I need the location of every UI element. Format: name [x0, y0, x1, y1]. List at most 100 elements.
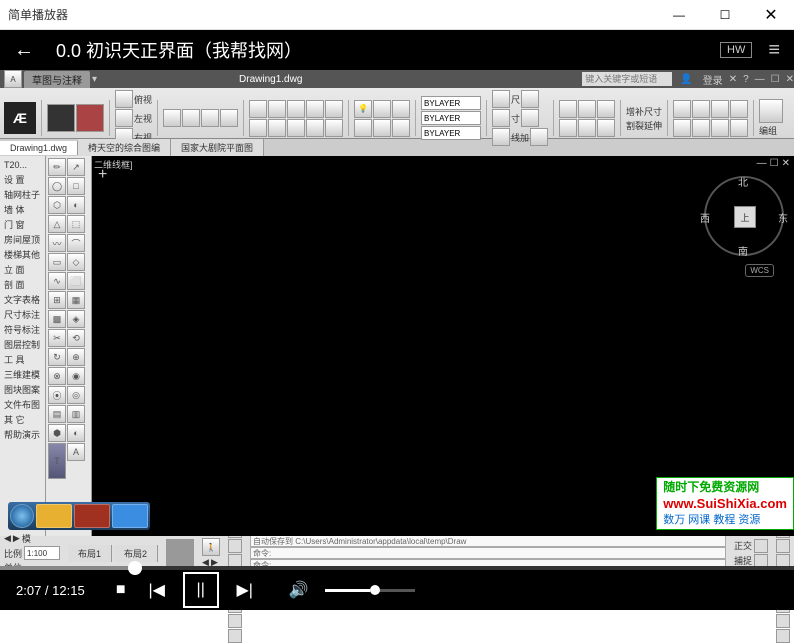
- sidebar-item[interactable]: 墙 体: [2, 202, 43, 217]
- viewport-close-icon[interactable]: ✕: [782, 158, 790, 169]
- scale-dropdown[interactable]: 1:100: [24, 546, 60, 560]
- status-toggle-icon[interactable]: [228, 629, 242, 643]
- scroll-icon[interactable]: [166, 539, 194, 567]
- tool-icon[interactable]: [578, 100, 596, 118]
- viewport-max-icon[interactable]: ☐: [770, 158, 779, 169]
- palette-tool-icon[interactable]: ✏: [48, 158, 66, 176]
- palette-tool-icon[interactable]: ▭: [48, 253, 66, 271]
- palette-tool-icon[interactable]: ⟲: [67, 329, 85, 347]
- layer-color-dropdown[interactable]: BYLAYER: [421, 96, 481, 110]
- tool-icon[interactable]: [673, 100, 691, 118]
- nav-icon[interactable]: 🚶: [202, 538, 220, 556]
- taskbar-autocad-icon[interactable]: [74, 504, 110, 528]
- volume-knob[interactable]: [370, 585, 380, 595]
- volume-icon[interactable]: 🔊: [284, 575, 314, 605]
- tool-icon[interactable]: [530, 128, 548, 146]
- panel-title[interactable]: T20...: [2, 158, 43, 172]
- status-toggle-icon[interactable]: [776, 629, 790, 643]
- sidebar-item[interactable]: 文字表格: [2, 292, 43, 307]
- palette-tool-icon[interactable]: ↻: [48, 348, 66, 366]
- palette-tool-icon[interactable]: ▦: [67, 291, 85, 309]
- palette-tool-icon[interactable]: ▥: [67, 405, 85, 423]
- tool-icon[interactable]: [325, 100, 343, 118]
- palette-tool-icon[interactable]: ◯: [48, 177, 66, 195]
- tool-icon[interactable]: [521, 109, 539, 127]
- sidebar-item[interactable]: 房间屋顶: [2, 232, 43, 247]
- sidebar-item[interactable]: 符号标注: [2, 322, 43, 337]
- tool-icon[interactable]: [373, 100, 391, 118]
- tool-icon[interactable]: [597, 100, 615, 118]
- view-icon[interactable]: [115, 109, 133, 127]
- tool-icon[interactable]: [521, 90, 539, 108]
- tool-icon[interactable]: [306, 100, 324, 118]
- sidebar-item[interactable]: 尺寸标注: [2, 307, 43, 322]
- palette-tool-icon[interactable]: ⊗: [48, 367, 66, 385]
- tool-icon[interactable]: [492, 90, 510, 108]
- toggle-icon[interactable]: [754, 539, 768, 553]
- layout-tab[interactable]: 布局1: [68, 545, 112, 562]
- model-tab[interactable]: 模: [22, 532, 31, 545]
- progress-knob[interactable]: [128, 561, 142, 575]
- status-toggle-icon[interactable]: [776, 539, 790, 553]
- viewcube[interactable]: 北 南 西 东 上: [704, 176, 784, 256]
- bulb-icon[interactable]: 💡: [354, 100, 372, 118]
- sidebar-item[interactable]: 图层控制: [2, 337, 43, 352]
- palette-tool-icon[interactable]: ◇: [67, 253, 85, 271]
- progress-bar[interactable]: [0, 566, 794, 570]
- render-icon[interactable]: [47, 104, 75, 132]
- cad-search-input[interactable]: 键入关键字或短语: [582, 72, 672, 86]
- tool-icon[interactable]: [287, 119, 305, 137]
- user-icon[interactable]: 👤: [680, 74, 692, 85]
- sidebar-item[interactable]: 门 窗: [2, 217, 43, 232]
- taskbar-browser-icon[interactable]: [112, 504, 148, 528]
- scroll-left-icon[interactable]: ◀: [4, 533, 11, 544]
- sidebar-item[interactable]: 剖 面: [2, 277, 43, 292]
- taskbar-app-icon[interactable]: [36, 504, 72, 528]
- hamburger-menu-icon[interactable]: ≡: [768, 39, 780, 62]
- palette-tool-icon[interactable]: A: [67, 443, 85, 461]
- viewcube-top[interactable]: 上: [734, 206, 756, 228]
- doc-tab[interactable]: Drawing1.dwg: [0, 141, 78, 155]
- tool-icon[interactable]: [673, 119, 691, 137]
- exchange-icon[interactable]: ✕: [729, 74, 737, 85]
- palette-tool-icon[interactable]: □: [67, 177, 85, 195]
- palette-tool-icon[interactable]: ⬢: [48, 424, 66, 442]
- window-maximize-button[interactable]: ☐: [702, 0, 748, 30]
- tool-icon[interactable]: [373, 119, 391, 137]
- layer-weight-dropdown[interactable]: BYLAYER: [421, 126, 481, 140]
- back-button[interactable]: ←: [14, 39, 38, 62]
- tool-icon[interactable]: [268, 100, 286, 118]
- palette-tool-icon[interactable]: ⊞: [48, 291, 66, 309]
- palette-tool-icon[interactable]: ⬚: [67, 215, 85, 233]
- tool-icon[interactable]: [597, 119, 615, 137]
- palette-tool-icon[interactable]: ⊕: [67, 348, 85, 366]
- tool-icon[interactable]: [163, 109, 181, 127]
- palette-tool-icon[interactable]: ⬡: [48, 196, 66, 214]
- palette-tool-icon[interactable]: ◐: [67, 196, 85, 214]
- tool-icon[interactable]: [692, 100, 710, 118]
- palette-tool-icon[interactable]: ◈: [67, 310, 85, 328]
- palette-tool-icon[interactable]: ◉: [67, 367, 85, 385]
- palette-tool-icon[interactable]: ◐: [67, 424, 85, 442]
- palette-tool-icon[interactable]: ∿: [48, 272, 66, 290]
- cad-workspace-tab[interactable]: 草图与注释: [24, 71, 90, 88]
- palette-tool-icon[interactable]: T: [48, 443, 66, 479]
- window-close-button[interactable]: ✕: [748, 0, 794, 30]
- palette-tool-icon[interactable]: ⦿: [48, 386, 66, 404]
- pause-button[interactable]: ||: [183, 572, 219, 608]
- tool-icon[interactable]: [711, 100, 729, 118]
- ortho-toggle[interactable]: 正交: [734, 539, 752, 552]
- sidebar-item[interactable]: 轴网柱子: [2, 187, 43, 202]
- tool-icon[interactable]: [711, 119, 729, 137]
- sidebar-item[interactable]: 楼梯其他: [2, 247, 43, 262]
- tool-icon[interactable]: [692, 119, 710, 137]
- palette-tool-icon[interactable]: ◎: [67, 386, 85, 404]
- tool-icon[interactable]: [201, 109, 219, 127]
- tool-icon[interactable]: [182, 109, 200, 127]
- sidebar-item[interactable]: 工 具: [2, 352, 43, 367]
- doc-tab[interactable]: 椅天空的综合图编: [78, 139, 171, 156]
- cad-minimize-icon[interactable]: —: [755, 74, 765, 85]
- status-toggle-icon[interactable]: [776, 614, 790, 628]
- tool-icon[interactable]: [287, 100, 305, 118]
- cad-maximize-icon[interactable]: ☐: [771, 74, 780, 85]
